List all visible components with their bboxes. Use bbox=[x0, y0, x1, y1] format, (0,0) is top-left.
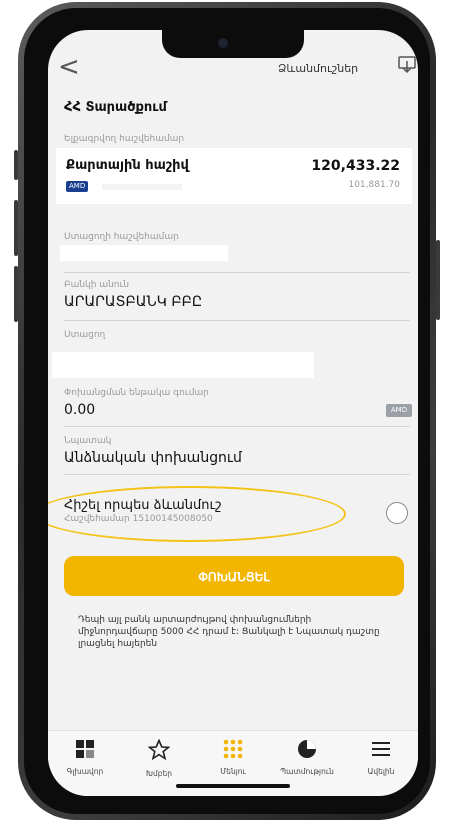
grid-icon bbox=[76, 740, 94, 758]
tab-label: Մենյու bbox=[220, 767, 246, 776]
account-number-mask bbox=[102, 184, 182, 190]
account-secondary-balance: 101,881.70 bbox=[348, 180, 400, 190]
dots-menu-icon bbox=[223, 739, 243, 759]
page-title: ՀՀ Տարածքում bbox=[64, 100, 167, 115]
bank-name-label: Բանկի անուն bbox=[64, 280, 130, 290]
divider bbox=[64, 320, 410, 321]
hamburger-icon bbox=[372, 742, 390, 756]
from-account-label: Ելքագրվող հաշվեհամար bbox=[64, 134, 185, 144]
account-balance: 120,433.22 bbox=[311, 158, 400, 174]
recipient-account-field[interactable] bbox=[60, 245, 228, 261]
amount-currency-badge[interactable]: AMD bbox=[386, 404, 412, 417]
tab-home[interactable]: Գլխավոր bbox=[48, 739, 122, 776]
recipient-label: Ստացող bbox=[64, 330, 106, 340]
back-button[interactable]: < bbox=[58, 52, 80, 82]
recipient-field[interactable] bbox=[52, 352, 314, 378]
star-icon bbox=[147, 738, 171, 761]
amount-label: Փոխանցման ենթակա գումար bbox=[64, 388, 209, 398]
account-currency-badge: AMD bbox=[66, 181, 89, 192]
mute-switch bbox=[14, 150, 18, 180]
account-name: Քարտային հաշիվ bbox=[66, 158, 189, 173]
tab-history[interactable]: Պատմություն bbox=[270, 739, 344, 776]
amount-input[interactable]: 0.00 bbox=[64, 402, 95, 418]
camera-icon bbox=[218, 38, 228, 48]
tab-label: Պատմություն bbox=[280, 767, 334, 776]
tab-label: Խմբեր bbox=[146, 769, 172, 778]
divider bbox=[64, 474, 410, 475]
notch bbox=[162, 30, 304, 58]
bank-name-value: ԱՐԱՐԱՏԲԱՆԿ ԲԲԸ bbox=[64, 294, 203, 310]
app-screen: < Ձևանմուշներ ՀՀ Տարածքում Ելքագրվող հաշ… bbox=[48, 30, 418, 796]
purpose-input[interactable]: Անձնական փոխանցում bbox=[64, 450, 242, 466]
history-icon bbox=[298, 740, 316, 758]
divider bbox=[64, 426, 410, 427]
templates-link[interactable]: Ձևանմուշներ bbox=[278, 62, 358, 75]
divider bbox=[64, 272, 410, 273]
fee-note: Դեպի այլ բանկ արտարժույթով փոխանցումների… bbox=[78, 615, 380, 649]
power-button bbox=[436, 240, 440, 320]
volume-down-button bbox=[14, 266, 18, 322]
highlight-oval bbox=[48, 486, 346, 542]
from-account-card[interactable]: Քարտային հաշիվ AMD 120,433.22 101,881.70 bbox=[56, 148, 412, 204]
save-template-radio[interactable] bbox=[386, 502, 408, 524]
transfer-button[interactable]: ՓՈԽԱՆՑԵԼ bbox=[64, 556, 404, 596]
volume-up-button bbox=[14, 200, 18, 256]
download-icon[interactable] bbox=[398, 56, 416, 74]
tab-more[interactable]: Ավելին bbox=[344, 739, 418, 776]
tab-menu[interactable]: Մենյու bbox=[196, 739, 270, 776]
home-indicator bbox=[176, 784, 290, 788]
purpose-label: Նպատակ bbox=[64, 436, 112, 446]
tab-groups[interactable]: Խմբեր bbox=[122, 738, 196, 778]
tab-label: Գլխավոր bbox=[66, 767, 104, 776]
recipient-account-label: Ստացողի հաշվեհամար bbox=[64, 232, 179, 242]
tab-label: Ավելին bbox=[367, 767, 395, 776]
